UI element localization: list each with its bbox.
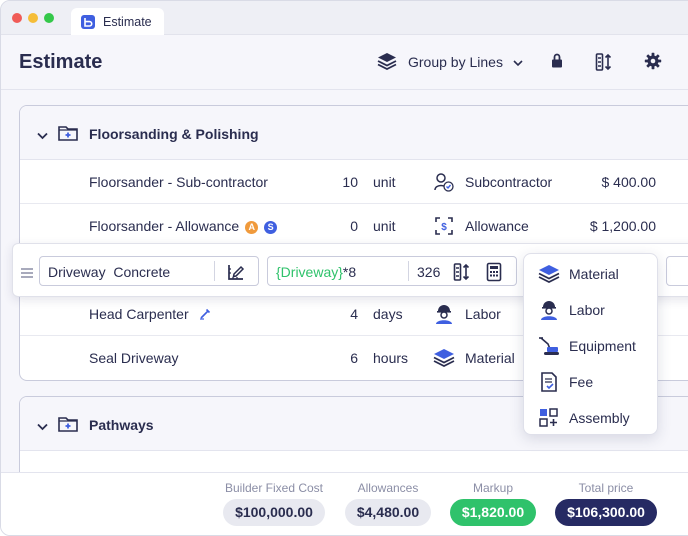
total-label: Builder Fixed Cost xyxy=(224,481,324,495)
status-badge: S xyxy=(264,220,278,234)
allowance-badge: A xyxy=(245,220,259,234)
line-name: Floorsander - Allowance A S xyxy=(89,218,278,234)
field-divider xyxy=(214,261,215,281)
price-input[interactable] xyxy=(666,256,688,286)
dropdown-item-fee[interactable]: Fee xyxy=(524,363,657,399)
sort-columns-icon[interactable] xyxy=(595,52,613,77)
line-type: Material xyxy=(465,350,515,366)
group-by-label: Group by Lines xyxy=(408,54,503,70)
line-type: Labor xyxy=(465,306,501,322)
app-logo-icon xyxy=(81,14,95,29)
section-title: Floorsanding & Polishing xyxy=(89,126,259,142)
total-allowances: Allowances $4,480.00 xyxy=(343,481,433,526)
line-name-text: Floorsander - Allowance xyxy=(89,218,240,234)
minimize-window-button[interactable] xyxy=(28,13,38,23)
dropdown-item-label: Material xyxy=(569,266,619,282)
field-divider xyxy=(408,261,409,281)
chevron-down-icon[interactable] xyxy=(37,418,48,436)
table-row[interactable]: Floorsander - Allowance A S 0 unit $ Allow… xyxy=(20,204,688,248)
total-builder-fixed-cost: Builder Fixed Cost $100,000.00 xyxy=(221,481,327,526)
total-value: $100,000.00 xyxy=(223,499,325,526)
fee-icon xyxy=(538,371,560,396)
layers-icon xyxy=(376,51,398,74)
material-icon xyxy=(538,263,560,288)
sort-columns-icon[interactable] xyxy=(453,262,471,285)
line-name: Floorsander - Sub-contractor xyxy=(89,174,268,190)
lock-icon[interactable] xyxy=(550,52,564,75)
title-bar: Estimate xyxy=(1,1,688,35)
equipment-icon xyxy=(538,335,560,360)
line-name-value: Driveway Concrete xyxy=(48,264,171,280)
line-price: $ 1,200.00 xyxy=(589,218,656,234)
line-price: $ 400.00 xyxy=(601,174,657,190)
line-name: Head Carpenter xyxy=(89,306,211,323)
dropdown-item-label: Labor xyxy=(569,302,605,318)
line-type: Subcontractor xyxy=(465,174,553,190)
group-by-dropdown[interactable]: Group by Lines xyxy=(376,50,523,74)
line-qty: 0 xyxy=(350,218,358,234)
material-icon xyxy=(433,347,455,372)
formula-operator: *8 xyxy=(342,264,357,280)
line-type: Allowance xyxy=(465,218,529,234)
ruler-pencil-icon[interactable] xyxy=(226,262,246,285)
folder-add-icon xyxy=(58,124,78,147)
page-header: Estimate Group by Lines xyxy=(1,36,688,90)
line-type-dropdown: Material Labor Equipment Fee Assembly xyxy=(523,253,658,435)
tab-title: Estimate xyxy=(103,14,152,29)
table-row[interactable]: Floorsander - Sub-contractor 10 unit Sub… xyxy=(20,160,688,204)
total-label: Allowances xyxy=(357,481,419,495)
svg-text:$: $ xyxy=(441,222,447,233)
subcontractor-icon xyxy=(433,171,455,196)
edit-pen-icon[interactable] xyxy=(199,307,211,323)
total-price: Total price $106,300.00 xyxy=(553,481,659,526)
dropdown-item-equipment[interactable]: Equipment xyxy=(524,327,657,363)
dropdown-item-assembly[interactable]: Assembly xyxy=(524,399,657,435)
drag-handle-icon[interactable] xyxy=(21,265,33,283)
formula-variable: {Driveway} xyxy=(276,264,343,280)
gear-icon[interactable] xyxy=(644,52,662,75)
allowance-icon: $ xyxy=(433,215,455,240)
line-unit: unit xyxy=(373,218,396,234)
page-title: Estimate xyxy=(19,51,103,73)
chevron-down-icon[interactable] xyxy=(37,127,48,145)
line-unit: days xyxy=(373,306,403,322)
line-qty: 6 xyxy=(350,350,358,366)
formula-result: 326 xyxy=(417,264,441,280)
formula-value: {Driveway}*8 xyxy=(276,264,356,280)
line-qty: 10 xyxy=(342,174,358,190)
app-window: Estimate Estimate Group by Lines Floorsa… xyxy=(0,0,688,536)
total-markup: Markup $1,820.00 xyxy=(448,481,538,526)
totals-footer: Builder Fixed Cost $100,000.00 Allowance… xyxy=(1,472,688,535)
line-name-input[interactable]: Driveway Concrete xyxy=(39,256,259,286)
maximize-window-button[interactable] xyxy=(44,13,54,23)
labor-icon xyxy=(538,299,560,324)
chevron-down-icon xyxy=(513,54,523,70)
line-qty: 4 xyxy=(350,306,358,322)
total-label: Markup xyxy=(472,481,513,495)
total-label: Total price xyxy=(578,481,634,495)
line-name-text: Head Carpenter xyxy=(89,306,189,322)
browser-tab[interactable]: Estimate xyxy=(71,8,164,35)
line-unit: hours xyxy=(373,350,409,366)
dropdown-item-label: Equipment xyxy=(569,338,636,354)
dropdown-item-material[interactable]: Material xyxy=(524,255,657,291)
line-name: Seal Driveway xyxy=(89,350,179,366)
dropdown-item-label: Fee xyxy=(569,374,594,390)
folder-add-icon xyxy=(58,415,78,438)
section-title: Pathways xyxy=(89,417,154,433)
dropdown-item-labor[interactable]: Labor xyxy=(524,291,657,327)
dropdown-item-label: Assembly xyxy=(569,410,630,426)
total-value: $4,480.00 xyxy=(344,499,432,526)
section-header[interactable]: Floorsanding & Polishing xyxy=(20,106,688,160)
labor-icon xyxy=(433,303,455,328)
calculator-icon[interactable] xyxy=(486,262,502,285)
assembly-icon xyxy=(538,407,560,432)
close-window-button[interactable] xyxy=(12,13,22,23)
formula-input[interactable]: {Driveway}*8 326 xyxy=(267,256,517,286)
line-unit: unit xyxy=(373,174,396,190)
total-value: $1,820.00 xyxy=(449,499,537,526)
total-value: $106,300.00 xyxy=(555,499,657,526)
